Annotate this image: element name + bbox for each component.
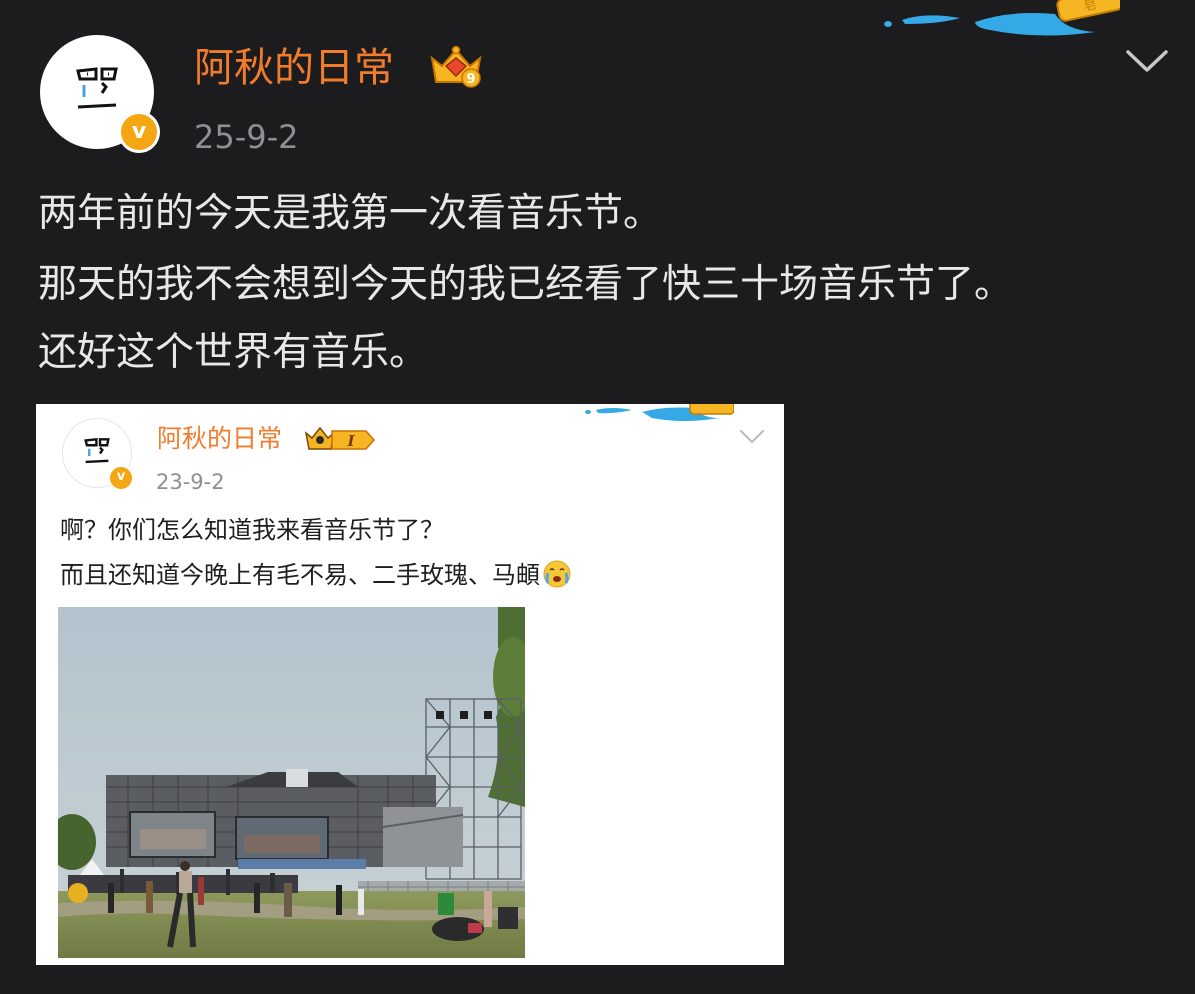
repost-text-line-2-text: 而且还知道今晚上有毛不易、二手玫瑰、马頔 [60, 561, 540, 589]
festival-photo[interactable] [58, 607, 525, 958]
post-text-line-1: 两年前的今天是我第一次看音乐节。 [38, 191, 663, 236]
verified-badge-icon: v [118, 111, 160, 153]
repost-text-line-1: 啊？你们怎么知道我来看音乐节了？ [60, 516, 444, 544]
post-text-line-3: 还好这个世界有音乐。 [38, 330, 429, 375]
post-date: 25-9-2 [194, 118, 299, 156]
post-text-line-2: 那天的我不会想到今天的我已经看了快三十场音乐节了。 [38, 262, 1014, 307]
splash-decoration-small [585, 404, 734, 421]
chevron-down-icon[interactable] [738, 428, 766, 446]
repost-crown-level-label: I [346, 432, 355, 450]
crying-face-emoji-icon [543, 560, 571, 588]
splash-decoration: 皂 [884, 0, 1120, 36]
verified-badge-icon: v [108, 465, 134, 491]
repost-card[interactable]: v 阿秋的日常 I 23-9-2 啊？你们怎么知道我来看音乐节了？ 而且还知道今… [36, 404, 784, 965]
repost-text-line-2: 而且还知道今晚上有毛不易、二手玫瑰、马頔 [60, 552, 572, 598]
crown-level-label: 9 [466, 72, 475, 87]
author-name[interactable]: 阿秋的日常 [194, 40, 394, 96]
repost-author-name[interactable]: 阿秋的日常 [157, 420, 282, 458]
crown-level-badge-icon[interactable]: I [304, 425, 376, 453]
repost-date: 23-9-2 [156, 470, 225, 494]
crown-level-badge-icon[interactable]: 9 [428, 44, 484, 90]
chevron-down-icon[interactable] [1124, 46, 1170, 76]
